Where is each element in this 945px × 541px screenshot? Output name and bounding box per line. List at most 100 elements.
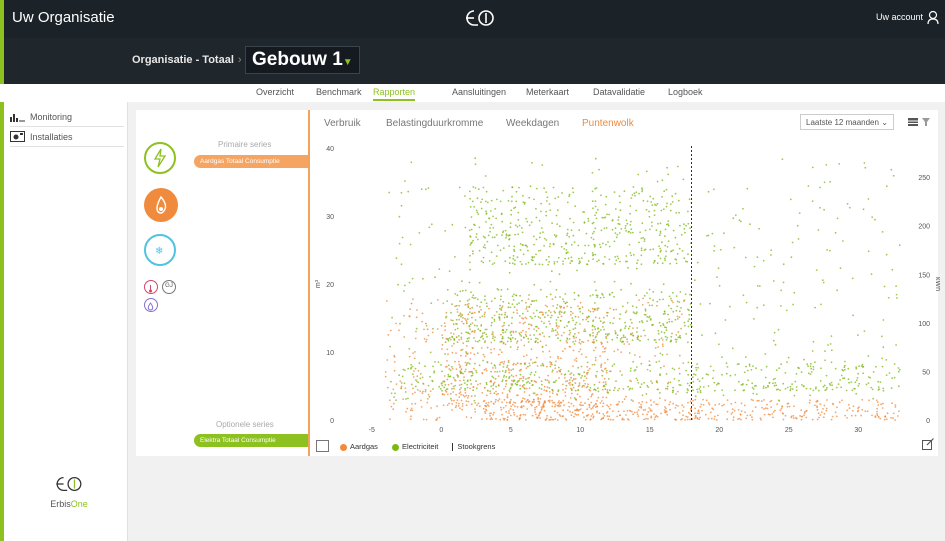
primary-series-item[interactable]: Aardgas Totaal Consumptie [194, 155, 308, 168]
data-point-electriciteit [624, 321, 626, 324]
data-point-electriciteit [611, 219, 614, 222]
data-point-electriciteit [648, 288, 651, 291]
data-point-aardgas [772, 416, 774, 419]
chart-tab-weekdagen[interactable]: Weekdagen [506, 118, 559, 129]
data-point-electriciteit [631, 305, 634, 307]
data-point-aardgas [732, 419, 735, 421]
data-point-aardgas [689, 418, 691, 421]
data-point-aardgas [518, 377, 521, 380]
legend-item-electriciteit[interactable]: Electriciteit [392, 442, 438, 451]
gas-button[interactable] [144, 188, 178, 222]
data-point-electriciteit [662, 323, 664, 325]
data-point-electriciteit [499, 249, 502, 252]
tab-aansluitingen[interactable]: Aansluitingen [452, 87, 506, 97]
data-point-electriciteit [784, 388, 787, 390]
data-point-electriciteit [667, 382, 669, 385]
menu-icon[interactable] [316, 440, 329, 452]
data-point-aardgas [452, 333, 455, 335]
data-point-electriciteit [636, 262, 638, 265]
user-icon[interactable] [927, 10, 939, 24]
data-point-aardgas [509, 400, 512, 403]
gj-button[interactable]: GJ [162, 280, 176, 294]
data-point-electriciteit [587, 320, 590, 323]
thermometer-button[interactable] [144, 280, 158, 294]
data-point-electriciteit [628, 243, 631, 246]
data-point-electriciteit [473, 337, 475, 339]
data-point-electriciteit [644, 229, 647, 232]
data-point-aardgas [564, 391, 567, 394]
data-point-aardgas [525, 401, 527, 403]
data-point-electriciteit [506, 288, 509, 291]
data-point-electriciteit [583, 330, 585, 332]
data-point-aardgas [442, 404, 445, 407]
data-point-electriciteit [774, 382, 777, 384]
edit-icon[interactable] [922, 438, 934, 450]
breadcrumb-root[interactable]: Organisatie - Totaal [132, 54, 234, 66]
data-point-electriciteit [474, 395, 476, 397]
data-point-electriciteit [613, 280, 616, 283]
table-view-icon[interactable] [908, 118, 918, 126]
data-point-electriciteit [441, 370, 443, 373]
data-point-electriciteit [587, 220, 590, 222]
data-point-aardgas [612, 418, 614, 421]
data-point-aardgas [666, 413, 669, 416]
data-point-electriciteit [821, 279, 824, 282]
data-point-aardgas [441, 343, 444, 346]
data-point-electriciteit [594, 227, 597, 230]
tab-logboek[interactable]: Logboek [668, 87, 703, 97]
data-point-electriciteit [815, 269, 818, 271]
data-point-electriciteit [500, 340, 503, 343]
data-point-electriciteit [505, 369, 507, 372]
account-link[interactable]: Uw account [876, 12, 923, 22]
data-point-aardgas [786, 405, 789, 408]
tab-overzicht[interactable]: Overzicht [256, 87, 294, 97]
tab-rapporten[interactable]: Rapporten [373, 87, 416, 101]
optional-series-item[interactable]: Elektra Totaal Consumptie [194, 434, 308, 447]
data-point-aardgas [698, 412, 701, 415]
data-point-electriciteit [631, 194, 634, 196]
data-point-aardgas [556, 411, 559, 414]
erbisone-logo-icon[interactable] [462, 7, 498, 29]
data-point-aardgas [556, 419, 559, 421]
tab-benchmark[interactable]: Benchmark [316, 87, 362, 97]
data-point-aardgas [456, 308, 459, 311]
data-point-electriciteit [541, 362, 544, 365]
data-point-electriciteit [618, 232, 621, 234]
tab-meterkaart[interactable]: Meterkaart [526, 87, 569, 97]
data-point-electriciteit [550, 314, 553, 317]
data-point-aardgas [633, 354, 636, 356]
data-point-aardgas [497, 353, 500, 356]
data-point-electriciteit [593, 281, 596, 283]
sidebar-item-monitoring[interactable]: Monitoring [10, 108, 124, 127]
electricity-button[interactable] [144, 142, 176, 174]
data-point-electriciteit [619, 209, 622, 212]
data-point-aardgas [874, 416, 877, 418]
data-point-electriciteit [640, 320, 643, 322]
heat-button[interactable]: ❄ [144, 234, 176, 266]
legend-item-aardgas[interactable]: Aardgas [340, 442, 378, 451]
data-point-electriciteit [851, 389, 854, 392]
x-tick-label: 5 [509, 427, 513, 434]
building-selector[interactable]: Gebouw 1▼ [245, 46, 360, 74]
data-point-electriciteit [682, 300, 685, 302]
data-point-electriciteit [563, 326, 566, 329]
filter-icon[interactable] [922, 118, 930, 126]
data-point-aardgas [529, 323, 532, 326]
data-point-aardgas [506, 416, 509, 419]
data-point-electriciteit [758, 227, 760, 230]
period-select[interactable]: Laatste 12 maanden ⌄ [800, 114, 894, 130]
data-point-aardgas [621, 401, 624, 403]
data-point-electriciteit [606, 389, 609, 391]
legend-item-stookgrens[interactable]: Stookgrens [452, 442, 495, 452]
water-button[interactable] [144, 298, 158, 312]
data-point-aardgas [530, 403, 532, 406]
data-point-electriciteit [734, 214, 737, 216]
data-point-electriciteit [837, 383, 840, 385]
chart-tab-verbruik[interactable]: Verbruik [324, 118, 361, 129]
chart-tab-belastingduurkromme[interactable]: Belastingduurkromme [386, 118, 483, 129]
sidebar-item-installaties[interactable]: Installaties [10, 128, 124, 147]
data-point-electriciteit [548, 309, 550, 312]
tab-datavalidatie[interactable]: Datavalidatie [593, 87, 645, 97]
data-point-electriciteit [512, 299, 515, 301]
chart-tab-puntenwolk[interactable]: Puntenwolk [582, 118, 634, 129]
